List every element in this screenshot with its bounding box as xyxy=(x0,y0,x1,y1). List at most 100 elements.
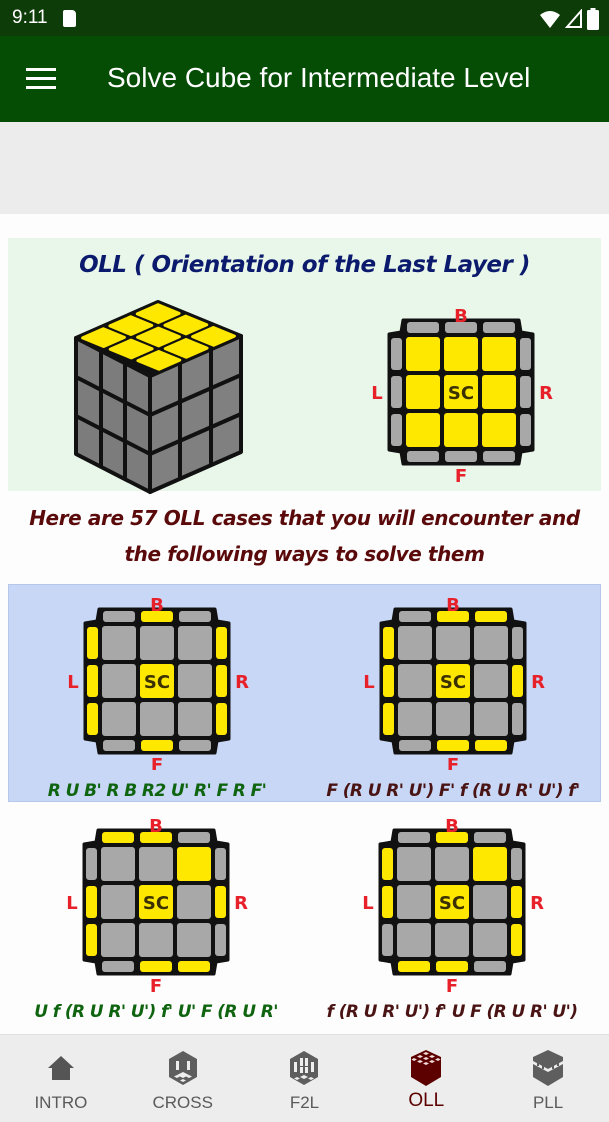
edge-sticker-back xyxy=(399,611,431,622)
case-algorithm: F (R U R' U') F' f (R U R' U') f' xyxy=(326,781,580,801)
signal-icon xyxy=(565,9,582,28)
content-scroll[interactable]: OLL ( Orientation of the Last Layer ) SC… xyxy=(0,214,609,1034)
hero-title: OLL ( Orientation of the Last Layer ) xyxy=(79,252,530,278)
edge-sticker-left xyxy=(87,627,98,659)
face-sticker xyxy=(436,626,470,660)
face-sticker xyxy=(444,413,478,447)
nav-item-intro[interactable]: INTRO xyxy=(0,1035,122,1122)
label-right: R xyxy=(539,383,553,404)
edge-sticker-back xyxy=(102,832,134,843)
edge-sticker-right xyxy=(511,886,522,918)
ad-banner-area xyxy=(0,122,609,214)
oll-case-2[interactable]: SC B F L R F (R U R' U') F' f (R U R' U') f' xyxy=(305,585,601,803)
face-sticker xyxy=(397,885,431,919)
edge-sticker-right xyxy=(216,703,227,735)
label-back: B xyxy=(446,595,460,616)
edge-sticker-front xyxy=(475,740,507,751)
case-algorithm: R U B' R B R2 U' R' F R F' xyxy=(47,781,267,801)
label-left: L xyxy=(371,383,382,404)
face-sticker xyxy=(398,702,432,736)
face-sticker xyxy=(398,664,432,698)
hero-panel: OLL ( Orientation of the Last Layer ) SC… xyxy=(8,238,601,494)
face-sticker xyxy=(177,885,211,919)
pll-cube-icon xyxy=(530,1049,566,1087)
intro-line-2: the following ways to solve them xyxy=(124,542,485,566)
edge-sticker-left xyxy=(391,376,402,408)
face-sticker xyxy=(444,337,478,371)
oll-case-3[interactable]: SC B F L R U f (R U R' U') f' U' F (R U R' xyxy=(8,806,304,1024)
intro-text: Here are 57 OLL cases that you will enco… xyxy=(0,500,609,572)
edge-sticker-right xyxy=(512,627,523,659)
edge-sticker-right xyxy=(215,848,226,880)
case-algorithm: f (R U R' U') f' U F (R U R' U') xyxy=(326,1002,578,1022)
face-sticker xyxy=(140,702,174,736)
label-back: B xyxy=(454,306,468,327)
label-front: F xyxy=(151,755,163,770)
label-right: R xyxy=(234,893,248,914)
label-front: F xyxy=(447,755,459,770)
face-sticker xyxy=(435,847,469,881)
center-label: SC xyxy=(144,672,170,693)
case-row-1: SC B F L R R U B' R B R2 U' R' F R F' SC B F L R… xyxy=(8,584,601,802)
cross-cube-icon xyxy=(165,1049,201,1087)
face-sticker xyxy=(482,413,516,447)
face-sticker xyxy=(139,847,173,881)
oll-case-1[interactable]: SC B F L R R U B' R B R2 U' R' F R F' xyxy=(9,585,305,803)
face-sticker xyxy=(406,375,440,409)
label-right: R xyxy=(530,893,544,914)
edge-sticker-front xyxy=(102,961,134,972)
status-icons xyxy=(539,8,599,30)
face-sticker xyxy=(177,923,211,957)
edge-sticker-left xyxy=(87,703,98,735)
label-back: B xyxy=(445,816,459,837)
app-bar: Solve Cube for Intermediate Level xyxy=(0,36,609,122)
label-back: B xyxy=(150,595,164,616)
nav-item-pll[interactable]: PLL xyxy=(487,1035,609,1122)
nav-label: INTRO xyxy=(34,1093,88,1112)
face-sticker xyxy=(178,702,212,736)
edge-sticker-left xyxy=(383,627,394,659)
edge-sticker-left xyxy=(383,703,394,735)
nav-item-f2l[interactable]: F2L xyxy=(244,1035,366,1122)
edge-sticker-back xyxy=(483,322,515,333)
edge-sticker-front xyxy=(474,961,506,972)
edge-sticker-front xyxy=(445,451,477,462)
face-sticker xyxy=(474,702,508,736)
face-sticker xyxy=(473,885,507,919)
oll-case-4[interactable]: SC B F L R f (R U R' U') f' U F (R U R' U') xyxy=(304,806,600,1024)
edge-sticker-front xyxy=(407,451,439,462)
case-algorithm: U f (R U R' U') f' U' F (R U R' xyxy=(34,1002,278,1022)
edge-sticker-left xyxy=(382,924,393,956)
edge-sticker-left xyxy=(86,848,97,880)
nav-item-oll[interactable]: OLL xyxy=(365,1035,487,1122)
edge-sticker-left xyxy=(391,338,402,370)
face-sticker xyxy=(101,885,135,919)
nav-label: F2L xyxy=(289,1093,320,1112)
oll-case-diagram: SC B F L R xyxy=(66,816,248,996)
edge-sticker-back xyxy=(475,611,507,622)
edge-sticker-left xyxy=(391,414,402,446)
oll-cube-icon xyxy=(408,1049,444,1087)
face-sticker xyxy=(178,626,212,660)
nav-item-cross[interactable]: CROSS xyxy=(122,1035,244,1122)
edge-sticker-front xyxy=(483,451,515,462)
face-sticker xyxy=(102,702,136,736)
edge-sticker-front xyxy=(141,740,173,751)
battery-icon xyxy=(587,8,599,30)
face-sticker xyxy=(482,337,516,371)
edge-sticker-left xyxy=(382,848,393,880)
hamburger-menu-icon[interactable] xyxy=(26,68,56,90)
face-sticker xyxy=(397,923,431,957)
intro-line-1: Here are 57 OLL cases that you will enco… xyxy=(29,506,580,530)
face-sticker xyxy=(178,664,212,698)
label-left: L xyxy=(363,672,374,693)
edge-sticker-front xyxy=(437,740,469,751)
face-sticker xyxy=(474,626,508,660)
case-row-2: SC B F L R U f (R U R' U') f' U' F (R U R' S… xyxy=(8,806,601,1024)
center-label: SC xyxy=(143,893,169,914)
face-sticker xyxy=(406,413,440,447)
home-icon xyxy=(43,1049,79,1087)
nav-label: OLL xyxy=(408,1090,445,1111)
label-left: L xyxy=(66,893,77,914)
wifi-icon xyxy=(540,11,560,28)
